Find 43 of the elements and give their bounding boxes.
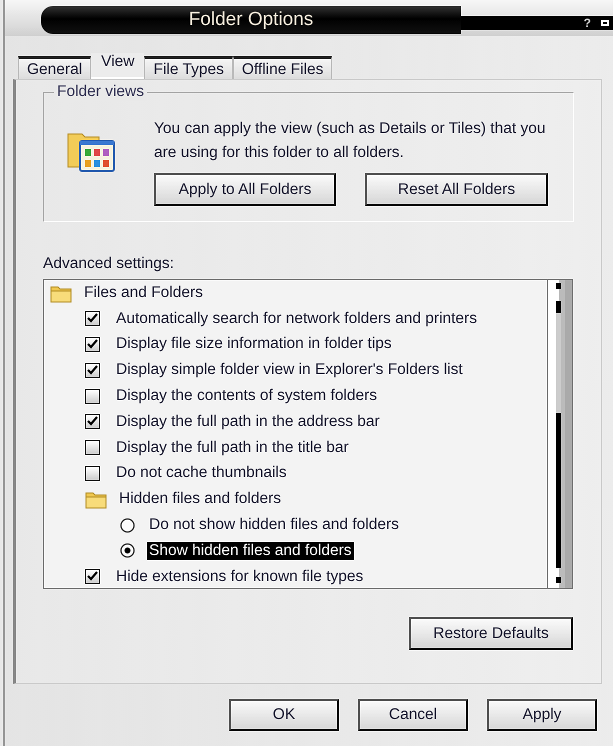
checkbox[interactable] <box>85 414 100 430</box>
cancel-button[interactable]: Cancel <box>358 699 468 731</box>
checkbox[interactable] <box>85 466 100 481</box>
option-label[interactable]: Automatically search for network folders and printers <box>114 310 479 328</box>
description-text: You can apply the view (such as Details or Tiles) that you are using for this folder to all folders. <box>154 119 546 163</box>
checkbox[interactable] <box>85 388 100 404</box>
option-label[interactable]: Display file size information in folder tips <box>114 335 394 354</box>
reset-all-button[interactable]: Reset All Folders <box>365 173 548 206</box>
option-label[interactable]: Display the full path in the address bar <box>114 412 382 431</box>
radio-button[interactable] <box>120 543 135 558</box>
scrollbar[interactable] <box>547 280 572 588</box>
check-mark-icon <box>86 312 99 326</box>
check-mark-icon <box>86 415 99 428</box>
checkbox[interactable] <box>85 569 100 584</box>
option-label[interactable]: Display the full path in the title bar <box>114 438 351 457</box>
apply-to-all-button[interactable]: Apply to All Folders <box>154 173 336 206</box>
option-label[interactable]: Do not cache thumbnails <box>114 464 289 482</box>
check-mark-icon <box>86 364 99 377</box>
checkbox[interactable] <box>85 362 100 378</box>
ok-button[interactable]: OK <box>229 699 339 731</box>
tab[interactable]: Offline Files <box>232 56 332 79</box>
tab[interactable]: View <box>91 53 144 79</box>
tab[interactable]: File Types <box>144 56 233 79</box>
window-title: Folder Options <box>188 9 314 31</box>
apply-button[interactable]: Apply <box>487 699 597 731</box>
restore-defaults-button[interactable]: Restore Defaults <box>409 617 573 650</box>
maximize-icon[interactable] <box>599 18 611 28</box>
checkbox[interactable] <box>85 311 100 326</box>
section-label: Advanced settings: <box>43 255 175 273</box>
checkbox[interactable] <box>85 440 100 456</box>
option-label[interactable]: Hide extensions for known file types <box>114 568 366 586</box>
option-label[interactable]: Do not show hidden files and folders <box>147 516 401 534</box>
checkbox[interactable] <box>85 336 100 352</box>
help-button[interactable]: ? <box>582 16 593 30</box>
group-label: Hidden files and folders <box>118 490 282 508</box>
tab[interactable]: General <box>18 56 92 79</box>
group-label: Files and Folders <box>83 284 204 302</box>
radio-button[interactable] <box>120 518 135 533</box>
check-mark-icon <box>86 570 99 584</box>
check-mark-icon <box>86 338 99 351</box>
option-label[interactable]: Show hidden files and folders <box>147 542 354 560</box>
option-label[interactable]: Display simple folder view in Explorer's Folders list <box>114 361 465 380</box>
option-label[interactable]: Display the contents of system folders <box>114 387 380 406</box>
